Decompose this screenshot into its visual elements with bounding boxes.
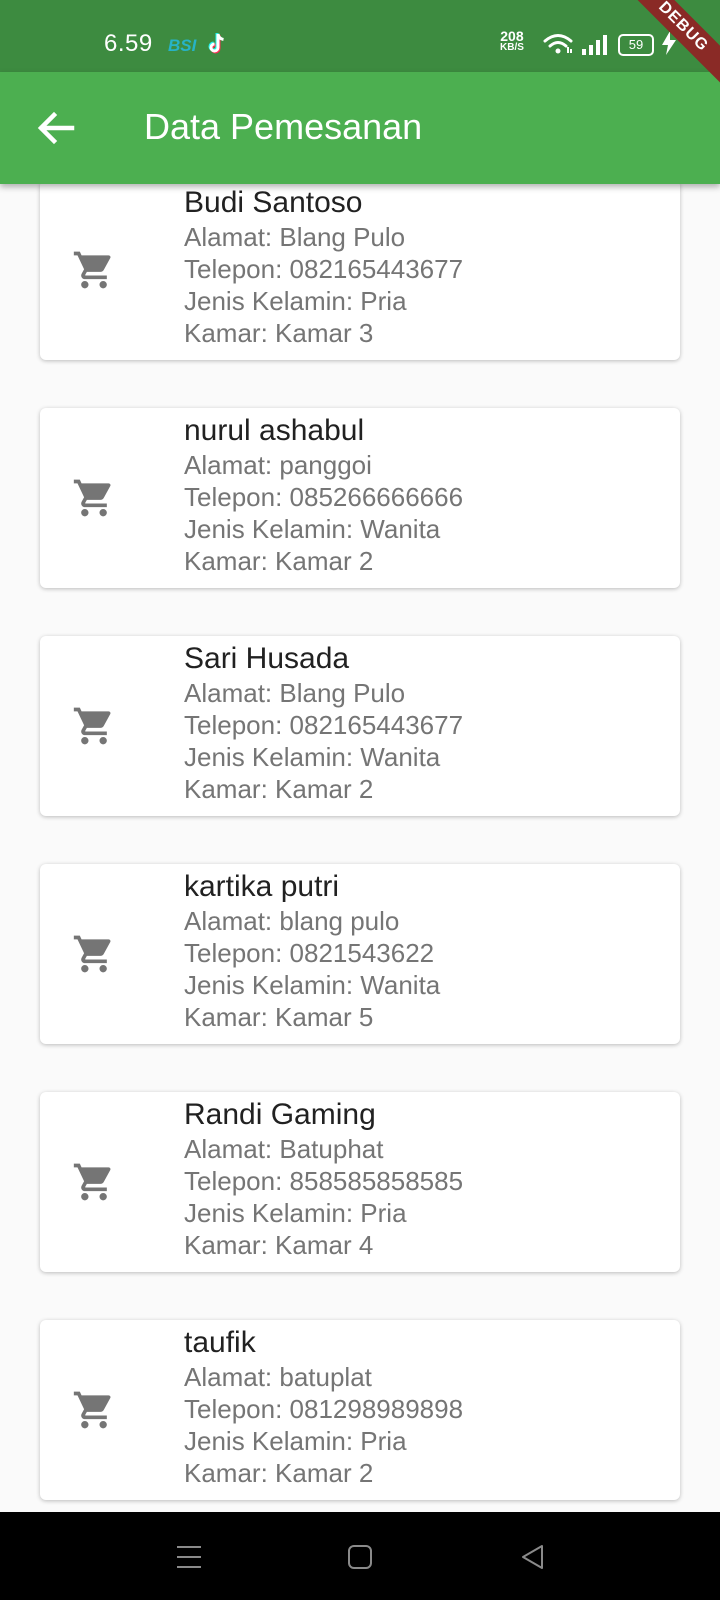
booking-card[interactable]: Budi Santoso Alamat: Blang Pulo Telepon:… [40, 184, 680, 360]
customer-name: Randi Gaming [184, 1098, 376, 1131]
customer-gender: Jenis Kelamin: Pria [184, 1426, 407, 1456]
booking-card[interactable]: nurul ashabul Alamat: panggoi Telepon: 0… [40, 408, 680, 588]
status-time: 6.59 [104, 30, 153, 57]
signal-icon [582, 35, 607, 55]
booking-details: Randi Gaming Alamat: Batuphat Telepon: 8… [184, 1097, 664, 1261]
battery-icon: 59 [618, 34, 654, 56]
customer-gender: Jenis Kelamin: Pria [184, 1198, 407, 1228]
menu-icon[interactable] [174, 1542, 204, 1572]
customer-name: Budi Santoso [184, 186, 363, 219]
customer-phone: Telepon: 0821543622 [184, 938, 435, 968]
booking-details: Sari Husada Alamat: Blang Pulo Telepon: … [184, 641, 664, 805]
customer-address: Alamat: Blang Pulo [184, 222, 406, 252]
customer-phone: Telepon: 858585858585 [184, 1166, 464, 1196]
network-speed: 208 KB/S [500, 28, 524, 54]
network-speed-unit: KB/S [500, 42, 524, 53]
customer-gender: Jenis Kelamin: Wanita [184, 514, 441, 544]
home-square-icon[interactable] [345, 1542, 375, 1572]
back-arrow-icon[interactable] [32, 104, 80, 152]
shopping-cart-icon [73, 707, 111, 745]
booking-card[interactable]: Sari Husada Alamat: Blang Pulo Telepon: … [40, 636, 680, 816]
booking-details: nurul ashabul Alamat: panggoi Telepon: 0… [184, 413, 664, 577]
customer-gender: Jenis Kelamin: Wanita [184, 970, 441, 1000]
customer-name: nurul ashabul [184, 414, 365, 447]
customer-room: Kamar: Kamar 2 [184, 546, 374, 576]
shopping-cart-icon [73, 251, 111, 289]
booking-details: taufik Alamat: batuplat Telepon: 0812989… [184, 1325, 664, 1489]
booking-list[interactable]: Budi Santoso Alamat: Blang Pulo Telepon:… [0, 184, 720, 1512]
booking-details: kartika putri Alamat: blang pulo Telepon… [184, 869, 664, 1033]
customer-gender: Jenis Kelamin: Pria [184, 286, 407, 316]
bsi-app-icon: BSI [168, 36, 197, 55]
customer-room: Kamar: Kamar 4 [184, 1230, 374, 1260]
app-bar: Data Pemesanan [0, 72, 720, 184]
booking-card[interactable]: Randi Gaming Alamat: Batuphat Telepon: 8… [40, 1092, 680, 1272]
booking-card[interactable]: taufik Alamat: batuplat Telepon: 0812989… [40, 1320, 680, 1500]
shopping-cart-icon [73, 1391, 111, 1429]
customer-name: taufik [184, 1326, 256, 1359]
customer-room: Kamar: Kamar 2 [184, 774, 374, 804]
customer-name: kartika putri [184, 870, 340, 903]
shopping-cart-icon [73, 1163, 111, 1201]
customer-phone: Telepon: 082165443677 [184, 254, 464, 284]
page-title: Data Pemesanan [144, 106, 423, 147]
customer-phone: Telepon: 081298989898 [184, 1394, 464, 1424]
network-speed-value: 208 [500, 28, 524, 44]
booking-details: Budi Santoso Alamat: Blang Pulo Telepon:… [184, 185, 664, 349]
customer-gender: Jenis Kelamin: Wanita [184, 742, 441, 772]
customer-address: Alamat: Blang Pulo [184, 678, 406, 708]
back-triangle-icon[interactable] [518, 1542, 548, 1572]
system-nav-bar [0, 1512, 720, 1600]
booking-card[interactable]: kartika putri Alamat: blang pulo Telepon… [40, 864, 680, 1044]
customer-address: Alamat: batuplat [184, 1362, 372, 1392]
customer-name: Sari Husada [184, 642, 350, 675]
shopping-cart-icon [73, 479, 111, 517]
customer-room: Kamar: Kamar 3 [184, 318, 374, 348]
customer-room: Kamar: Kamar 2 [184, 1458, 374, 1488]
tiktok-icon [208, 33, 224, 54]
customer-phone: Telepon: 085266666666 [184, 482, 464, 512]
customer-address: Alamat: blang pulo [184, 906, 400, 936]
status-bar: 6.59 BSI 208 KB/S 59 [0, 0, 720, 72]
customer-address: Alamat: Batuphat [184, 1134, 384, 1164]
customer-room: Kamar: Kamar 5 [184, 1002, 374, 1032]
wifi-icon [543, 34, 573, 54]
shopping-cart-icon [73, 935, 111, 973]
customer-address: Alamat: panggoi [184, 450, 372, 480]
customer-phone: Telepon: 082165443677 [184, 710, 464, 740]
